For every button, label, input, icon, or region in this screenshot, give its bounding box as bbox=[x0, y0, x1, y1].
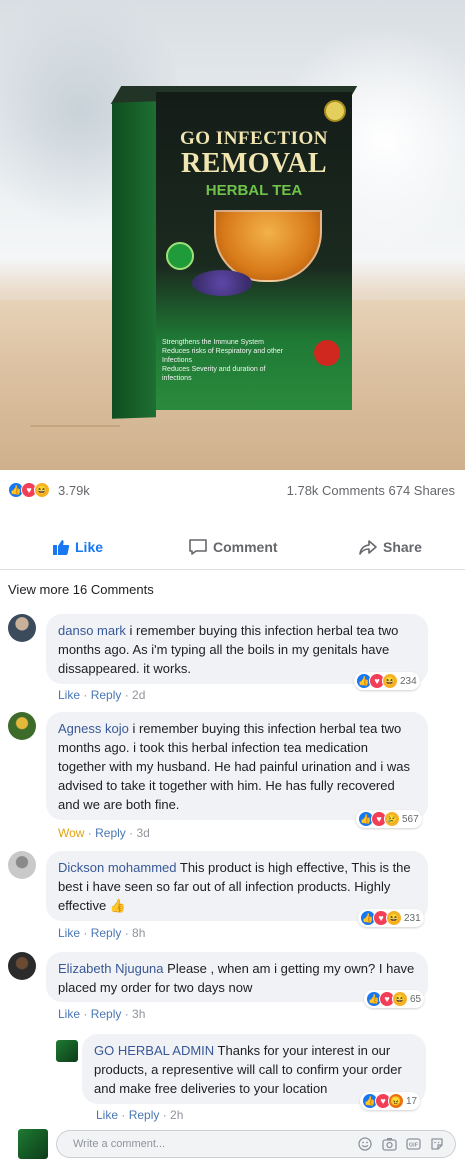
comment-reactions[interactable]: 👍 ♥ 😢 567 bbox=[356, 810, 422, 828]
comment-meta: Like · Reply · 2d bbox=[58, 688, 146, 702]
comment-reply-link[interactable]: Reply bbox=[91, 926, 122, 940]
product-image[interactable]: GO INFECTION REMOVAL HERBAL TEA Strength… bbox=[0, 0, 465, 470]
comment-input-wrapper: GIF bbox=[56, 1130, 456, 1158]
haha-reaction-icon: 😆 bbox=[386, 910, 402, 926]
emoji-icon[interactable] bbox=[357, 1136, 373, 1152]
comment-time[interactable]: 3h bbox=[132, 1007, 145, 1021]
box-title-line3: HERBAL TEA bbox=[205, 182, 303, 199]
comment-like-link[interactable]: Like bbox=[58, 688, 80, 702]
post-actions: Like Comment Share bbox=[0, 530, 465, 570]
seal-icon bbox=[324, 100, 346, 122]
user-avatar[interactable] bbox=[18, 1129, 48, 1159]
haha-reaction-icon: 😆 bbox=[34, 482, 50, 498]
comment-reply-link[interactable]: Reply bbox=[91, 1007, 122, 1021]
natural-badge-icon bbox=[166, 242, 194, 270]
comment-like-link[interactable]: Like bbox=[58, 1007, 80, 1021]
comment-button[interactable]: Comment bbox=[188, 538, 278, 556]
comment-time[interactable]: 2h bbox=[170, 1108, 183, 1122]
stamp-icon bbox=[314, 340, 340, 366]
comment-reactions[interactable]: 👍 ♥ 😆 65 bbox=[364, 990, 425, 1008]
angry-reaction-icon: 😠 bbox=[388, 1093, 404, 1109]
svg-text:GIF: GIF bbox=[408, 1143, 418, 1149]
comment-reply-link[interactable]: Reply bbox=[129, 1108, 160, 1122]
comment-meta: Wow · Reply · 3d bbox=[58, 826, 150, 840]
comment-input[interactable] bbox=[73, 1131, 323, 1157]
share-button[interactable]: Share bbox=[358, 538, 422, 556]
comment-meta: Like · Reply · 2h bbox=[96, 1108, 184, 1122]
share-icon bbox=[359, 540, 377, 555]
comment-reactions[interactable]: 👍 ♥ 😠 17 bbox=[360, 1092, 421, 1110]
comment-wow-link[interactable]: Wow bbox=[58, 826, 84, 840]
comment-like-link[interactable]: Like bbox=[58, 926, 80, 940]
thumbs-up-icon bbox=[53, 540, 70, 555]
comments-shares-count[interactable]: 1.78k Comments 674 Shares bbox=[287, 483, 455, 498]
comment-author[interactable]: Dickson mohammed bbox=[58, 860, 177, 875]
box-title-line1: GO INFECTION bbox=[180, 128, 328, 149]
reaction-count[interactable]: 3.79k bbox=[58, 483, 90, 498]
comment-author[interactable]: GO HERBAL ADMIN bbox=[94, 1043, 214, 1058]
sad-reaction-icon: 😢 bbox=[384, 811, 400, 827]
box-title-line2: REMOVAL bbox=[180, 148, 328, 179]
comment-reply-link[interactable]: Reply bbox=[95, 826, 126, 840]
thumbs-up-emoji-icon: 👍 bbox=[109, 898, 126, 913]
like-button[interactable]: Like bbox=[52, 538, 103, 556]
comment-like-link[interactable]: Like bbox=[96, 1108, 118, 1122]
comment-author[interactable]: Agness kojo bbox=[58, 721, 129, 736]
comment-time[interactable]: 8h bbox=[132, 926, 145, 940]
reaction-icons[interactable]: 👍 ♥ 😆 bbox=[8, 482, 50, 498]
herbs-illustration bbox=[192, 270, 252, 296]
comment-reactions[interactable]: 👍 ♥ 😆 234 bbox=[354, 672, 420, 690]
comment-author[interactable]: Elizabeth Njuguna bbox=[58, 961, 164, 976]
comment-composer: GIF bbox=[0, 1124, 465, 1166]
haha-reaction-icon: 😆 bbox=[392, 991, 408, 1007]
box-features: Strengthens the Immune System Reduces ri… bbox=[162, 339, 283, 382]
avatar[interactable] bbox=[8, 952, 36, 980]
view-more-comments-link[interactable]: View more 16 Comments bbox=[8, 582, 154, 597]
comment-meta: Like · Reply · 8h bbox=[58, 926, 146, 940]
camera-icon[interactable] bbox=[381, 1136, 397, 1152]
admin-avatar[interactable] bbox=[56, 1040, 78, 1062]
comment-icon bbox=[189, 539, 207, 555]
avatar[interactable] bbox=[8, 851, 36, 879]
comment-bubble: Agness kojo i remember buying this infec… bbox=[46, 712, 428, 820]
gif-icon[interactable]: GIF bbox=[405, 1136, 421, 1152]
comment-reply-link[interactable]: Reply bbox=[91, 688, 122, 702]
comment-reactions[interactable]: 👍 ♥ 😆 231 bbox=[358, 909, 424, 927]
comment-time[interactable]: 2d bbox=[132, 688, 145, 702]
comment-time[interactable]: 3d bbox=[136, 826, 149, 840]
haha-reaction-icon: 😆 bbox=[382, 673, 398, 689]
comment-meta: Like · Reply · 3h bbox=[58, 1007, 146, 1021]
avatar[interactable] bbox=[8, 614, 36, 642]
avatar[interactable] bbox=[8, 712, 36, 740]
composer-icons: GIF bbox=[357, 1136, 445, 1152]
post-stats: 👍 ♥ 😆 3.79k 1.78k Comments 674 Shares bbox=[0, 478, 465, 504]
sticker-icon[interactable] bbox=[429, 1136, 445, 1152]
comment-author[interactable]: danso mark bbox=[58, 623, 126, 638]
tea-box: GO INFECTION REMOVAL HERBAL TEA Strength… bbox=[110, 86, 358, 419]
